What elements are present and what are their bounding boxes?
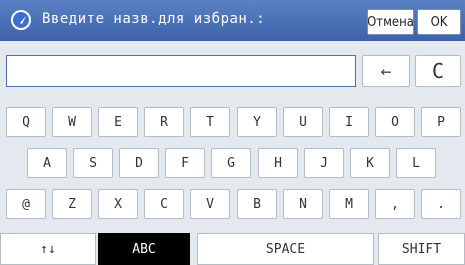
key-row1-9[interactable]: P xyxy=(421,107,461,137)
title-bar: Введите назв.для избран.: Отмена OK xyxy=(0,0,465,41)
backspace-button[interactable]: ← xyxy=(362,55,410,87)
key-row1-8[interactable]: O xyxy=(375,107,415,137)
key-row3-7[interactable]: M xyxy=(329,189,369,219)
ok-button[interactable]: OK xyxy=(417,9,461,35)
page-title: Введите назв.для избран.: xyxy=(42,11,266,27)
cancel-button[interactable]: Отмена xyxy=(367,9,414,35)
space-key[interactable]: SPACE xyxy=(197,233,374,265)
key-row3-5[interactable]: B xyxy=(237,189,277,219)
key-row3-4[interactable]: V xyxy=(190,189,230,219)
key-row2-6[interactable]: J xyxy=(304,148,344,178)
key-row1-4[interactable]: T xyxy=(190,107,230,137)
key-row3-0[interactable]: @ xyxy=(6,189,46,219)
key-row1-0[interactable]: Q xyxy=(6,107,46,137)
key-row1-7[interactable]: I xyxy=(329,107,369,137)
name-input[interactable] xyxy=(6,55,356,87)
key-row2-5[interactable]: H xyxy=(258,148,298,178)
key-row3-2[interactable]: X xyxy=(98,189,138,219)
key-row2-1[interactable]: S xyxy=(73,148,113,178)
toggle-keyboard-button[interactable]: ↑↓ xyxy=(0,233,96,265)
clear-button[interactable]: C xyxy=(415,55,461,87)
abc-mode-button[interactable]: ABC xyxy=(98,233,190,265)
key-row2-3[interactable]: F xyxy=(165,148,205,178)
key-row2-0[interactable]: A xyxy=(27,148,67,178)
key-row1-3[interactable]: R xyxy=(144,107,184,137)
key-row3-9[interactable]: . xyxy=(421,189,461,219)
key-row3-8[interactable]: , xyxy=(375,189,415,219)
key-row2-2[interactable]: D xyxy=(119,148,159,178)
key-row3-6[interactable]: N xyxy=(283,189,323,219)
key-row3-1[interactable]: Z xyxy=(52,189,92,219)
key-row2-4[interactable]: G xyxy=(211,148,251,178)
key-row1-6[interactable]: U xyxy=(283,107,323,137)
key-row3-3[interactable]: C xyxy=(144,189,184,219)
key-row2-7[interactable]: K xyxy=(350,148,390,178)
favorite-icon xyxy=(11,10,31,30)
key-row1-1[interactable]: W xyxy=(52,107,92,137)
key-row2-8[interactable]: L xyxy=(396,148,436,178)
key-row1-2[interactable]: E xyxy=(98,107,138,137)
shift-key[interactable]: SHIFT xyxy=(378,233,465,265)
key-row1-5[interactable]: Y xyxy=(237,107,277,137)
